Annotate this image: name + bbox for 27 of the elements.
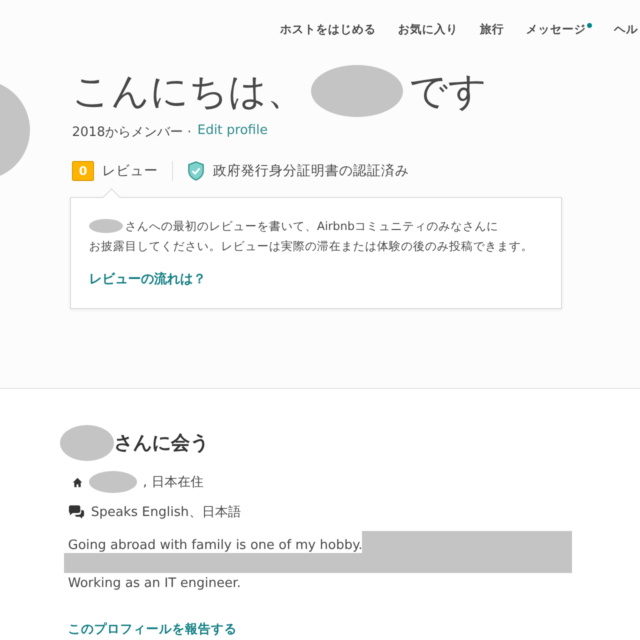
reviews-label: レビュー — [102, 162, 158, 180]
review-prompt-text: お披露目してください。レビューは実際の滞在または体験の後のみ投稿できます。 — [89, 238, 534, 255]
nav-link[interactable]: ヘル — [614, 22, 638, 37]
edit-profile-link[interactable]: Edit profile — [197, 123, 268, 141]
redaction-mark — [60, 425, 114, 461]
review-count: 0 — [72, 161, 94, 181]
report-profile-link[interactable]: このプロフィールを報告する — [68, 621, 237, 638]
review-help-link[interactable]: レビューの流れは？ — [89, 270, 206, 288]
house-icon — [72, 476, 83, 488]
redaction-mark — [89, 219, 123, 233]
speech-bubbles-icon — [68, 505, 85, 519]
bio-text: Working as an IT engineer. — [68, 575, 242, 593]
greeting-text: です — [409, 68, 487, 114]
bio-text: Going abroad with family is one of my hobby. — [68, 538, 362, 553]
nav-link[interactable]: メッセージ — [526, 22, 586, 37]
verification-text: 政府発行身分証明書の認証済み — [213, 162, 409, 180]
languages-text: Speaks English、日本語 — [91, 504, 241, 521]
location-text: , 日本在住 — [143, 474, 204, 491]
nav-link[interactable]: ホストをはじめる — [280, 22, 376, 37]
nav-link[interactable]: 旅行 — [480, 22, 504, 37]
nav-link[interactable]: お気に入り — [398, 22, 458, 37]
verified-shield-icon — [187, 161, 205, 181]
review-prompt-text: さんへの最初のレビューを書いて、Airbnbコミュニティのみなさんに — [125, 218, 499, 235]
greeting-text: こんにちは、 — [72, 68, 305, 114]
redaction-mark — [89, 471, 137, 493]
section-heading: さんに会う — [114, 431, 209, 456]
member-since: 2018からメンバー · — [72, 124, 192, 141]
